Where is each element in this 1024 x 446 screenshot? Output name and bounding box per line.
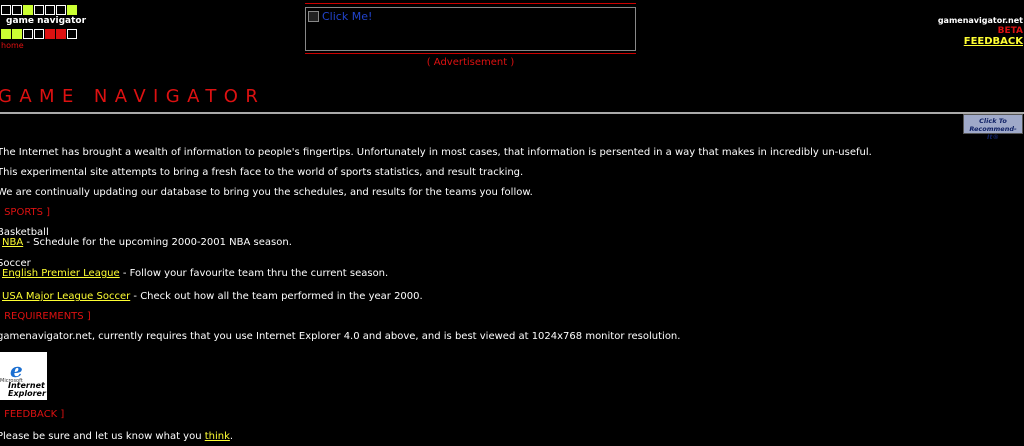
- sports-heading: [ SPORTS ]: [0, 207, 51, 218]
- nba-item: NBA - Schedule for the upcoming 2000-200…: [2, 237, 292, 248]
- ad-caption: ( Advertisement ): [426, 57, 515, 68]
- ad-top-rule: [305, 3, 636, 4]
- site-name: gamenavigator.net: [937, 16, 1023, 25]
- internet-explorer-logo[interactable]: e Microsoft Internet Explorer: [0, 352, 47, 400]
- logo-square: [67, 5, 77, 15]
- recommend-it-button[interactable]: Click To Recommend-It®: [963, 114, 1023, 141]
- broken-image-icon: [308, 11, 319, 22]
- logo-square: [12, 29, 22, 39]
- ad-image-alt: Click Me!: [322, 10, 373, 23]
- logo-square: [1, 29, 11, 39]
- ie-logo-name: Internet Explorer: [8, 382, 46, 398]
- recommend-line-1: Click To: [979, 117, 1007, 125]
- epl-link[interactable]: English Premier League: [2, 268, 120, 279]
- requirements-heading: [ REQUIREMENTS ]: [0, 311, 91, 322]
- logo-square: [56, 5, 66, 15]
- logo-square: [45, 29, 55, 39]
- recommend-line-2: Recommend-It®: [969, 125, 1017, 141]
- logo-square: [34, 5, 44, 15]
- intro-paragraph-1: The Internet has brought a wealth of inf…: [0, 147, 872, 158]
- mls-description: - Check out how all the team performed i…: [130, 291, 423, 302]
- nba-description: - Schedule for the upcoming 2000-2001 NB…: [23, 237, 292, 248]
- feedback-heading: [ FEEDBACK ]: [0, 409, 65, 420]
- intro-paragraph-3: We are continually updating our database…: [0, 187, 533, 198]
- mls-item: USA Major League Soccer - Check out how …: [2, 291, 423, 302]
- nba-link[interactable]: NBA: [2, 237, 23, 248]
- page-title: GAME NAVIGATOR: [0, 86, 266, 107]
- logo-square: [67, 29, 77, 39]
- logo-squares-bottom: [1, 29, 78, 39]
- logo-square: [56, 29, 66, 39]
- home-link[interactable]: home: [1, 41, 24, 50]
- logo-square: [1, 5, 11, 15]
- logo-squares-top: [1, 5, 78, 15]
- ad-banner[interactable]: Click Me!: [305, 7, 636, 51]
- epl-description: - Follow your favourite team thru the cu…: [119, 268, 389, 279]
- logo-square: [45, 5, 55, 15]
- feedback-text-before: Please be sure and let us know what you: [0, 431, 205, 442]
- ad-bottom-rule: [305, 53, 636, 54]
- ie-logo-explorer: Explorer: [8, 389, 46, 398]
- title-divider: [0, 112, 1024, 114]
- epl-item: English Premier League - Follow your fav…: [2, 268, 388, 279]
- logo-square: [23, 29, 33, 39]
- feedback-link-top[interactable]: FEEDBACK: [964, 36, 1023, 47]
- mls-link[interactable]: USA Major League Soccer: [2, 291, 130, 302]
- feedback-text-after: .: [229, 431, 234, 442]
- feedback-text: Please be sure and let us know what you …: [0, 431, 233, 442]
- beta-badge: BETA: [997, 26, 1023, 36]
- think-link[interactable]: think: [205, 431, 230, 442]
- logo-text: game navigator: [6, 16, 87, 26]
- ad-image[interactable]: Click Me!: [308, 10, 372, 23]
- logo-square: [23, 5, 33, 15]
- logo-square: [34, 29, 44, 39]
- requirements-text: gamenavigator.net, currently requires th…: [0, 331, 681, 342]
- intro-paragraph-2: This experimental site attempts to bring…: [0, 167, 524, 178]
- logo-square: [12, 5, 22, 15]
